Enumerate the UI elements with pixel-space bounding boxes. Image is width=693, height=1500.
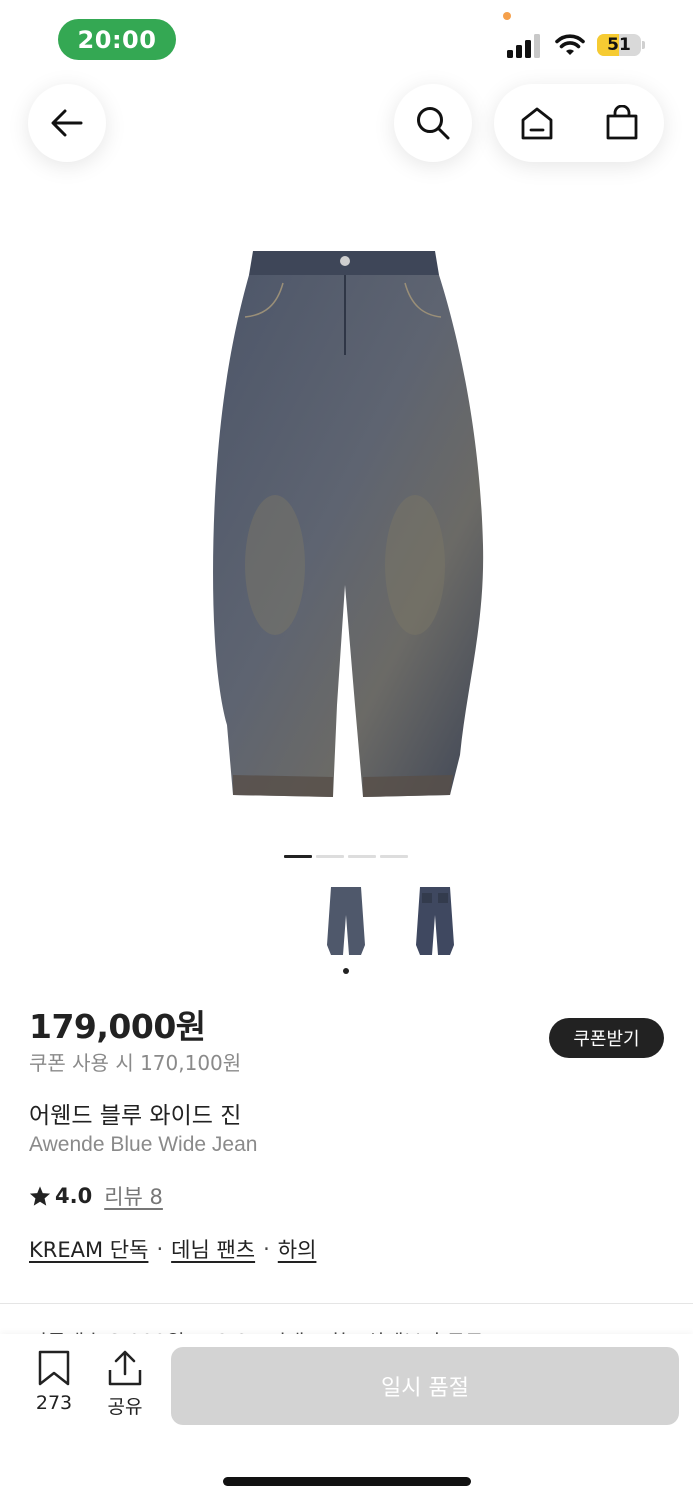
cellular-signal-icon (507, 34, 540, 58)
share-icon (108, 1350, 142, 1386)
get-coupon-button[interactable]: 쿠폰받기 (549, 1018, 664, 1058)
section-divider (0, 1303, 693, 1304)
wifi-icon (555, 34, 585, 55)
product-image[interactable] (205, 245, 490, 805)
home-indicator[interactable] (223, 1477, 471, 1486)
arrow-left-icon (51, 109, 83, 137)
tag-denim-pants[interactable]: 데님 팬츠 (171, 1234, 255, 1264)
image-pager (284, 855, 408, 858)
shopping-bag-icon[interactable] (604, 105, 640, 141)
pager-segment (316, 855, 344, 858)
share-label: 공유 (107, 1396, 143, 1418)
battery-level: 51 (607, 35, 631, 55)
privacy-indicator-dot (503, 12, 511, 20)
tag-kream-exclusive[interactable]: KREAM 단독 (29, 1234, 148, 1264)
back-button[interactable] (28, 84, 106, 162)
pager-segment (380, 855, 408, 858)
pager-segment (284, 855, 312, 858)
pager-segment (348, 855, 376, 858)
selected-thumbnail-dot (343, 968, 349, 974)
tag-bottoms[interactable]: 하의 (278, 1234, 317, 1264)
product-price: 179,000원 (29, 1007, 206, 1046)
save-button[interactable]: 273 (28, 1350, 80, 1414)
home-icon[interactable] (519, 105, 555, 141)
thumbnail-back[interactable] (414, 885, 456, 957)
home-cart-group (494, 84, 664, 162)
category-tags: KREAM 단독 · 데님 팬츠 · 하의 (29, 1234, 316, 1264)
status-time: 20:00 (58, 19, 176, 60)
share-button[interactable]: 공유 (100, 1350, 150, 1419)
star-icon (29, 1186, 51, 1206)
product-name-korean: 어웬드 블루 와이드 진 (29, 1103, 242, 1129)
rating-score: 4.0 (55, 1184, 93, 1208)
sold-out-button[interactable]: 일시 품절 (171, 1347, 679, 1425)
battery-icon: 51 (597, 34, 641, 56)
tag-separator: · (156, 1237, 164, 1261)
tag-separator: · (263, 1237, 270, 1261)
coupon-price: 쿠폰 사용 시 170,100원 (29, 1051, 242, 1075)
thumbnail-front[interactable] (325, 885, 367, 957)
review-link[interactable]: 리뷰 8 (104, 1181, 163, 1211)
rating-row: 4.0 리뷰 8 (29, 1181, 163, 1211)
product-name-english: Awende Blue Wide Jean (29, 1133, 258, 1156)
save-count: 273 (35, 1392, 73, 1414)
search-icon (417, 107, 450, 140)
search-button[interactable] (394, 84, 472, 162)
bookmark-icon (38, 1350, 70, 1386)
battery-cap (642, 41, 645, 49)
